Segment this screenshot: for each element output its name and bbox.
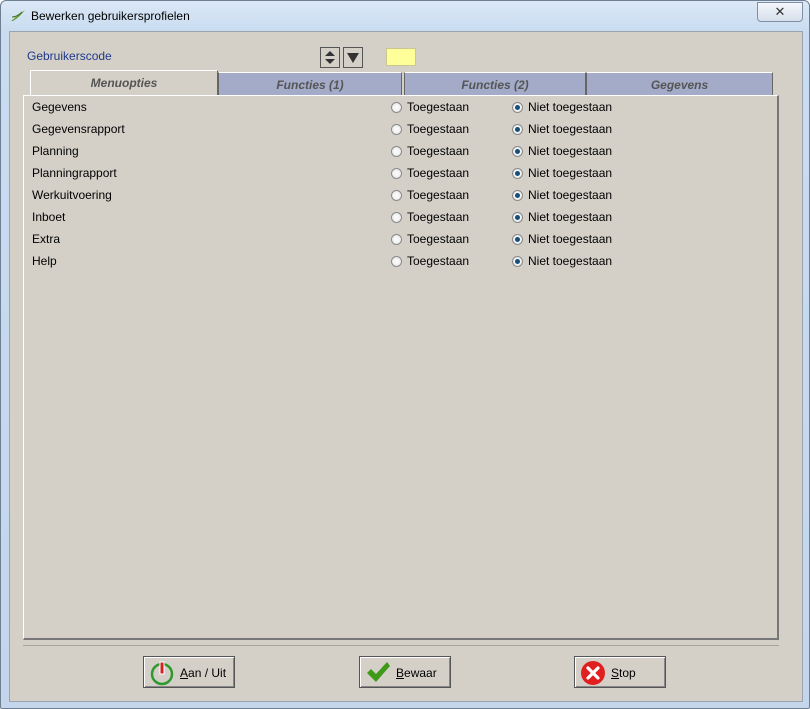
allowed-radio-label[interactable]: Toegestaan <box>407 232 469 246</box>
denied-radio-label[interactable]: Niet toegestaan <box>528 144 612 158</box>
allowed-radio[interactable] <box>391 124 402 135</box>
user-code-field[interactable] <box>386 48 416 66</box>
footer-divider <box>23 645 779 646</box>
option-label: Planning <box>32 144 79 158</box>
option-row: Extra Toegestaan Niet toegestaan <box>32 229 772 251</box>
denied-radio-label[interactable]: Niet toegestaan <box>528 166 612 180</box>
denied-radio[interactable] <box>512 234 523 245</box>
allowed-radio-label[interactable]: Toegestaan <box>407 144 469 158</box>
save-button[interactable]: Bewaar <box>359 656 451 688</box>
denied-radio[interactable] <box>512 256 523 267</box>
option-label: Planningrapport <box>32 166 117 180</box>
option-label: Gegevens <box>32 100 87 114</box>
power-icon <box>150 661 174 686</box>
denied-radio-label[interactable]: Niet toegestaan <box>528 122 612 136</box>
user-code-label: Gebruikerscode <box>27 49 112 63</box>
option-label: Extra <box>32 232 61 246</box>
denied-radio-label[interactable]: Niet toegestaan <box>528 254 612 268</box>
denied-radio[interactable] <box>512 168 523 179</box>
option-row: Planningrapport Toegestaan Niet toegestaan <box>32 163 772 185</box>
app-icon <box>11 10 25 21</box>
allowed-radio[interactable] <box>391 102 402 113</box>
allowed-radio-label[interactable]: Toegestaan <box>407 254 469 268</box>
option-label: Inboet <box>32 210 66 224</box>
allowed-radio-label[interactable]: Toegestaan <box>407 210 469 224</box>
title-bar[interactable]: Bewerken gebruikersprofielen ✕ <box>1 1 809 31</box>
allowed-radio-label[interactable]: Toegestaan <box>407 122 469 136</box>
tab-functies-1[interactable]: Functies (1) <box>218 72 402 96</box>
option-row: Inboet Toegestaan Niet toegestaan <box>32 207 772 229</box>
record-navigator-button[interactable] <box>320 47 340 68</box>
allowed-radio[interactable] <box>391 190 402 201</box>
allowed-radio[interactable] <box>391 168 402 179</box>
allowed-radio[interactable] <box>391 234 402 245</box>
allowed-radio[interactable] <box>391 212 402 223</box>
denied-radio[interactable] <box>512 212 523 223</box>
denied-radio-label[interactable]: Niet toegestaan <box>528 232 612 246</box>
option-row: Gegevens Toegestaan Niet toegestaan <box>32 97 772 119</box>
option-label: Gegevensrapport <box>32 122 125 136</box>
up-down-arrows-icon <box>325 51 335 64</box>
toggle-button[interactable]: Aan / Uit <box>143 656 235 688</box>
client-area: Gebruikerscode Menuopties Functies (1) F… <box>9 31 803 702</box>
allowed-radio-label[interactable]: Toegestaan <box>407 188 469 202</box>
denied-radio[interactable] <box>512 190 523 201</box>
checkmark-icon <box>367 662 390 682</box>
option-row: Werkuitvoering Toegestaan Niet toegestaan <box>32 185 772 207</box>
denied-radio-label[interactable]: Niet toegestaan <box>528 100 612 114</box>
app-window: Bewerken gebruikersprofielen ✕ Gebruiker… <box>0 0 810 709</box>
allowed-radio[interactable] <box>391 256 402 267</box>
user-code-dropdown-button[interactable] <box>343 47 363 68</box>
window-title: Bewerken gebruikersprofielen <box>31 9 190 23</box>
denied-radio[interactable] <box>512 124 523 135</box>
save-button-label: Bewaar <box>396 666 437 680</box>
denied-radio-label[interactable]: Niet toegestaan <box>528 188 612 202</box>
stop-button[interactable]: Stop <box>574 656 666 688</box>
option-row: Planning Toegestaan Niet toegestaan <box>32 141 772 163</box>
option-row: Gegevensrapport Toegestaan Niet toegestaan <box>32 119 772 141</box>
option-row: Help Toegestaan Niet toegestaan <box>32 251 772 273</box>
dropdown-arrow-icon <box>347 53 359 63</box>
toggle-button-label: Aan / Uit <box>180 666 227 680</box>
denied-radio-label[interactable]: Niet toegestaan <box>528 210 612 224</box>
tab-gegevens[interactable]: Gegevens <box>586 72 773 96</box>
allowed-radio-label[interactable]: Toegestaan <box>407 166 469 180</box>
close-button[interactable]: ✕ <box>757 2 803 22</box>
option-label: Help <box>32 254 57 268</box>
option-label: Werkuitvoering <box>32 188 112 202</box>
denied-radio[interactable] <box>512 102 523 113</box>
tab-functies-2[interactable]: Functies (2) <box>404 72 586 96</box>
allowed-radio-label[interactable]: Toegestaan <box>407 100 469 114</box>
stop-button-label: Stop <box>611 666 636 680</box>
close-icon: ✕ <box>774 4 786 19</box>
stop-icon <box>581 661 605 685</box>
denied-radio[interactable] <box>512 146 523 157</box>
allowed-radio[interactable] <box>391 146 402 157</box>
menu-options-panel: Gegevens Toegestaan Niet toegestaan Gegeven… <box>23 95 779 640</box>
tab-menuopties[interactable]: Menuopties <box>30 70 218 96</box>
